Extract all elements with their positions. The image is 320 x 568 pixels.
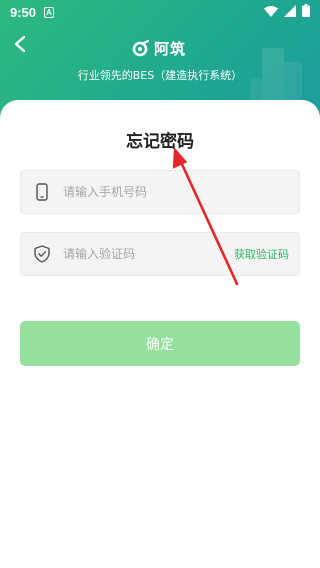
page-title: 忘记密码	[126, 132, 194, 152]
wifi-icon	[264, 5, 278, 20]
confirm-button[interactable]: 确定	[20, 321, 300, 366]
logo-mark-icon	[132, 40, 149, 57]
verification-code-input[interactable]	[63, 233, 234, 275]
verification-code-field: 获取验证码	[20, 232, 300, 276]
back-button[interactable]	[8, 32, 32, 56]
battery-icon	[302, 4, 310, 20]
logo-text: 阿筑	[154, 40, 187, 58]
chevron-left-icon	[14, 35, 26, 53]
app-tagline: 行业领先的BES（建造执行系统）	[77, 69, 243, 82]
status-bar: 9:50 A	[0, 0, 320, 24]
phone-field	[20, 170, 300, 214]
shield-check-icon	[21, 245, 63, 263]
get-code-button[interactable]: 获取验证码	[234, 246, 299, 262]
app-logo: 阿筑	[132, 38, 186, 59]
status-time: 9:50	[10, 4, 37, 20]
forgot-password-card: 忘记密码 获取验证码 确定	[0, 100, 320, 568]
phone-input[interactable]	[63, 171, 299, 213]
phone-icon	[21, 183, 63, 201]
app-notification-icon: A	[44, 6, 55, 18]
signal-icon	[284, 4, 296, 20]
